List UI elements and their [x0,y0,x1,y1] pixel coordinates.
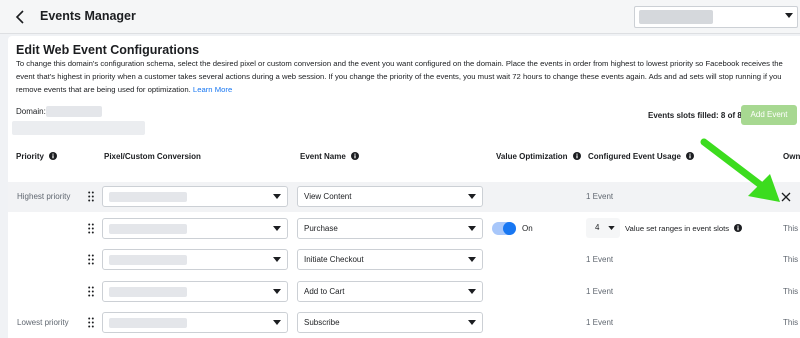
event-usage: 1 Event [586,255,614,264]
event-name: View Content [304,192,352,201]
chevron-down-icon [468,226,476,231]
col-value-opt: Value Optimization [496,152,581,161]
pixel-name-redacted [109,255,187,265]
event-usage: 1 Event [586,287,614,296]
owner-text: This [783,287,799,296]
table-row: Add to Cart 1 Event This [8,277,800,307]
chevron-down-icon [273,257,281,262]
owner-text: This [783,255,799,264]
drag-handle-icon[interactable] [88,254,94,265]
priority-label: Lowest priority [17,318,69,327]
col-priority: Priority [16,152,58,161]
owner-text: This [783,318,799,327]
event-select[interactable]: Purchase [297,218,483,239]
pixel-select[interactable] [102,218,288,239]
event-name: Add to Cart [304,287,345,296]
chevron-down-icon [273,289,281,294]
info-icon[interactable] [351,152,360,160]
card-heading: Edit Web Event Configurations [16,43,200,57]
drag-handle-icon[interactable] [88,191,94,202]
back-icon[interactable] [14,9,28,25]
table-row: Initiate Checkout 1 Event This [8,245,800,275]
event-usage: 1 Event [586,192,614,201]
account-name-redacted [639,10,713,24]
chevron-down-icon [468,320,476,325]
pixel-name-redacted [109,287,187,297]
description-text: To change this domain's configuration sc… [16,59,783,94]
event-select[interactable]: View Content [297,186,483,207]
drag-handle-icon[interactable] [88,317,94,328]
account-select[interactable] [634,6,798,28]
pixel-select[interactable] [102,312,288,333]
chevron-down-icon [608,226,615,230]
chevron-down-icon [273,194,281,199]
event-name: Purchase [304,224,338,233]
slots-filled: Events slots filled: 8 of 8 [648,111,742,120]
value-range-text: Value set ranges in event slots [625,224,743,233]
value-range-count-select[interactable]: 4 [586,218,620,238]
chevron-down-icon [468,257,476,262]
col-usage: Configured Event Usage [588,152,695,161]
info-icon[interactable] [49,152,58,160]
event-select[interactable]: Initiate Checkout [297,249,483,270]
table-row: Purchase On 4 Value set ranges in event … [8,214,800,244]
event-usage: 1 Event [586,318,614,327]
page-title: Events Manager [40,9,136,23]
drag-handle-icon[interactable] [88,223,94,234]
table-row: Lowest priority Subscribe 1 Event This [8,308,800,338]
learn-more-link[interactable]: Learn More [193,85,232,94]
chevron-down-icon [468,194,476,199]
value-optimization-toggle[interactable] [492,222,516,235]
pixel-name-redacted [109,224,187,234]
domain-redacted-2 [12,121,145,135]
col-owner: Own [783,152,800,161]
config-card: Edit Web Event Configurations To change … [8,36,800,338]
green-arrow [700,138,780,202]
event-name: Subscribe [304,318,340,327]
drag-handle-icon[interactable] [88,286,94,297]
event-select[interactable]: Add to Cart [297,281,483,302]
chevron-down-icon [785,13,793,18]
pixel-select[interactable] [102,186,288,207]
table-row: Highest priority View Content 1 Event [8,182,800,212]
domain-redacted [46,106,102,117]
event-select[interactable]: Subscribe [297,312,483,333]
chevron-down-icon [468,289,476,294]
info-icon[interactable] [572,152,581,160]
pixel-name-redacted [109,192,187,202]
toggle-label: On [522,224,533,233]
description: To change this domain's configuration sc… [16,57,800,96]
pixel-name-redacted [109,318,187,328]
pixel-select[interactable] [102,249,288,270]
info-icon[interactable] [686,152,695,160]
domain-label: Domain: [16,107,46,116]
info-icon[interactable] [734,224,743,232]
add-event-button[interactable]: Add Event [741,105,797,125]
col-event-name: Event Name [300,152,360,161]
col-pixel: Pixel/Custom Conversion [104,152,201,161]
owner-text: This [783,224,799,233]
priority-label: Highest priority [17,192,71,201]
toggle-knob [503,222,516,235]
value-range-count: 4 [595,223,600,232]
chevron-down-icon [273,226,281,231]
top-bar: Events Manager [0,0,800,34]
pixel-select[interactable] [102,281,288,302]
event-name: Initiate Checkout [304,255,364,264]
chevron-down-icon [273,320,281,325]
